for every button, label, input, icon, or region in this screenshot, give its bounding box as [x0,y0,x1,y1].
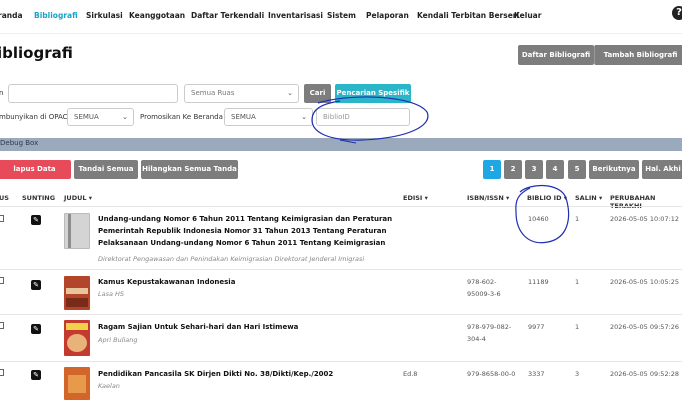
book-author: Apri Buliang [98,336,138,344]
book-cover-image [64,276,90,310]
row-divider [0,269,682,270]
cari-button[interactable]: Cari [304,84,331,103]
page-2-button[interactable]: 2 [504,160,522,179]
row-checkbox[interactable] [0,322,4,329]
col-isbn-header[interactable]: ISBN/ISSN ▾ [467,194,509,202]
book-title-link[interactable]: Kamus Kepustakawanan Indonesia [98,276,398,288]
nav-item-kendali-terbitan-berseri[interactable]: Kendali Terbitan Berseri [417,11,519,20]
biblio-id-filter-input[interactable]: BiblioID [316,108,410,126]
book-title-link[interactable]: Pendidikan Pancasila SK Dirjen Dikti No.… [98,368,398,380]
row-checkbox[interactable] [0,369,4,376]
book-isbn: 978-979-082-304-4 [467,323,512,343]
col-biblio-id-header[interactable]: BIBLIO ID ▾ [527,194,567,202]
book-author: Kaelan [98,382,120,390]
book-updated: 2026-05-05 10:05:25 [610,278,680,286]
chevron-down-icon: ⌄ [122,113,128,121]
nav-item-inventarisasi[interactable]: Inventarisasi [268,11,323,20]
book-updated: 2026-05-05 09:52:28 [610,370,680,378]
book-biblio-id: 9977 [528,323,545,331]
col-salin-header[interactable]: SALIN ▾ [575,194,602,202]
hilangkan-semua-tanda-button[interactable]: Hilangkan Semua Tanda [141,160,238,179]
col-judul-header[interactable]: JUDUL ▾ [64,194,92,202]
book-copies: 1 [575,278,580,286]
book-isbn: 978-602-95009-3-6 [467,278,501,298]
book-author: Direktorat Pengawasan dan Penindakan Kei… [98,255,365,263]
book-biblio-id: 10460 [528,215,549,223]
page-3-button[interactable]: 3 [525,160,543,179]
tandai-semua-button[interactable]: Tandai Semua [74,160,138,179]
search-input[interactable] [8,84,178,103]
col-sunting-header: SUNTING [22,194,56,202]
promo-filter-label: Promosikan Ke Beranda [140,113,223,121]
book-updated: 2026-05-05 10:07:12 [610,215,680,223]
col-perubahan-header: PERUBAHAN TERAKHI [610,194,656,210]
pencil-icon[interactable]: ✎ [31,324,41,334]
debug-box-label: Debug Box [0,139,39,147]
row-divider [0,314,682,315]
nav-item-pelaporan[interactable]: Pelaporan [366,11,409,20]
opac-filter-select[interactable]: SEMUA ⌄ [67,108,134,126]
nav-item-keluar[interactable]: Keluar [514,11,541,20]
book-copies: 1 [575,215,580,223]
nav-item-keanggotaan[interactable]: Keanggotaan [129,11,185,20]
col-edisi-header[interactable]: EDISI ▾ [403,194,428,202]
opac-filter-label: mbunyikan di OPAC [0,113,68,121]
last-page-button[interactable]: Hal. Akhi [642,160,682,179]
nav-item-bibliografi[interactable]: Bibliografi [34,11,78,20]
col-status-header: US [0,194,9,202]
search-label: n [0,89,4,97]
promo-filter-select[interactable]: SEMUA ⌄ [224,108,313,126]
nav-item-beranda[interactable]: randa [0,11,23,20]
page-4-button[interactable]: 4 [546,160,564,179]
book-cover-image [64,367,90,400]
book-copies: 1 [575,323,580,331]
page-5-button[interactable]: 5 [568,160,586,179]
hapus-data-terpilih-button[interactable]: lapus Data Terpilih [0,160,71,192]
book-isbn: 979-8658-00-0 [467,370,516,378]
header-divider [0,206,682,207]
chevron-down-icon: ⌄ [301,113,307,121]
nav-item-sistem[interactable]: Sistem [327,11,356,20]
book-author: Lasa HS [98,290,125,298]
page-title: ibliografi [0,44,73,62]
row-checkbox[interactable] [0,215,4,222]
book-biblio-id: 11189 [528,278,549,286]
row-checkbox[interactable] [0,277,4,284]
pencil-icon[interactable]: ✎ [31,215,41,225]
book-cover-image [64,213,90,249]
next-page-button[interactable]: Berikutnya [589,160,639,179]
nav-item-daftar-terkendali[interactable]: Daftar Terkendali [191,11,264,20]
book-biblio-id: 3337 [528,370,545,378]
tambah-bibliografi-button[interactable]: Tambah Bibliografi Baru [594,45,682,79]
debug-box-bar[interactable]: Debug Box [0,138,682,151]
book-cover-image [64,320,90,356]
book-title-link[interactable]: Undang-undang Nomor 6 Tahun 2011 Tentang… [98,213,398,249]
pencil-icon[interactable]: ✎ [31,280,41,290]
book-updated: 2026-05-05 09:57:26 [610,323,680,331]
daftar-bibliografi-button[interactable]: Daftar Bibliografi [518,45,594,65]
book-copies: 3 [575,370,580,378]
pencarian-spesifik-button[interactable]: Pencarian Spesifik [335,84,411,103]
search-scope-select[interactable]: Semua Ruas ⌄ [184,84,299,103]
book-title-link[interactable]: Ragam Sajian Untuk Sehari-hari dan Hari … [98,321,398,333]
page-1-button[interactable]: 1 [483,160,501,179]
row-divider [0,361,682,362]
book-edition: Ed.8 [403,370,418,378]
chevron-down-icon: ⌄ [287,89,293,97]
help-icon[interactable]: ? [672,6,682,20]
pencil-icon[interactable]: ✎ [31,370,41,380]
top-navbar: randa Bibliografi Sirkulasi Keanggotaan … [0,0,682,34]
nav-item-sirkulasi[interactable]: Sirkulasi [86,11,123,20]
